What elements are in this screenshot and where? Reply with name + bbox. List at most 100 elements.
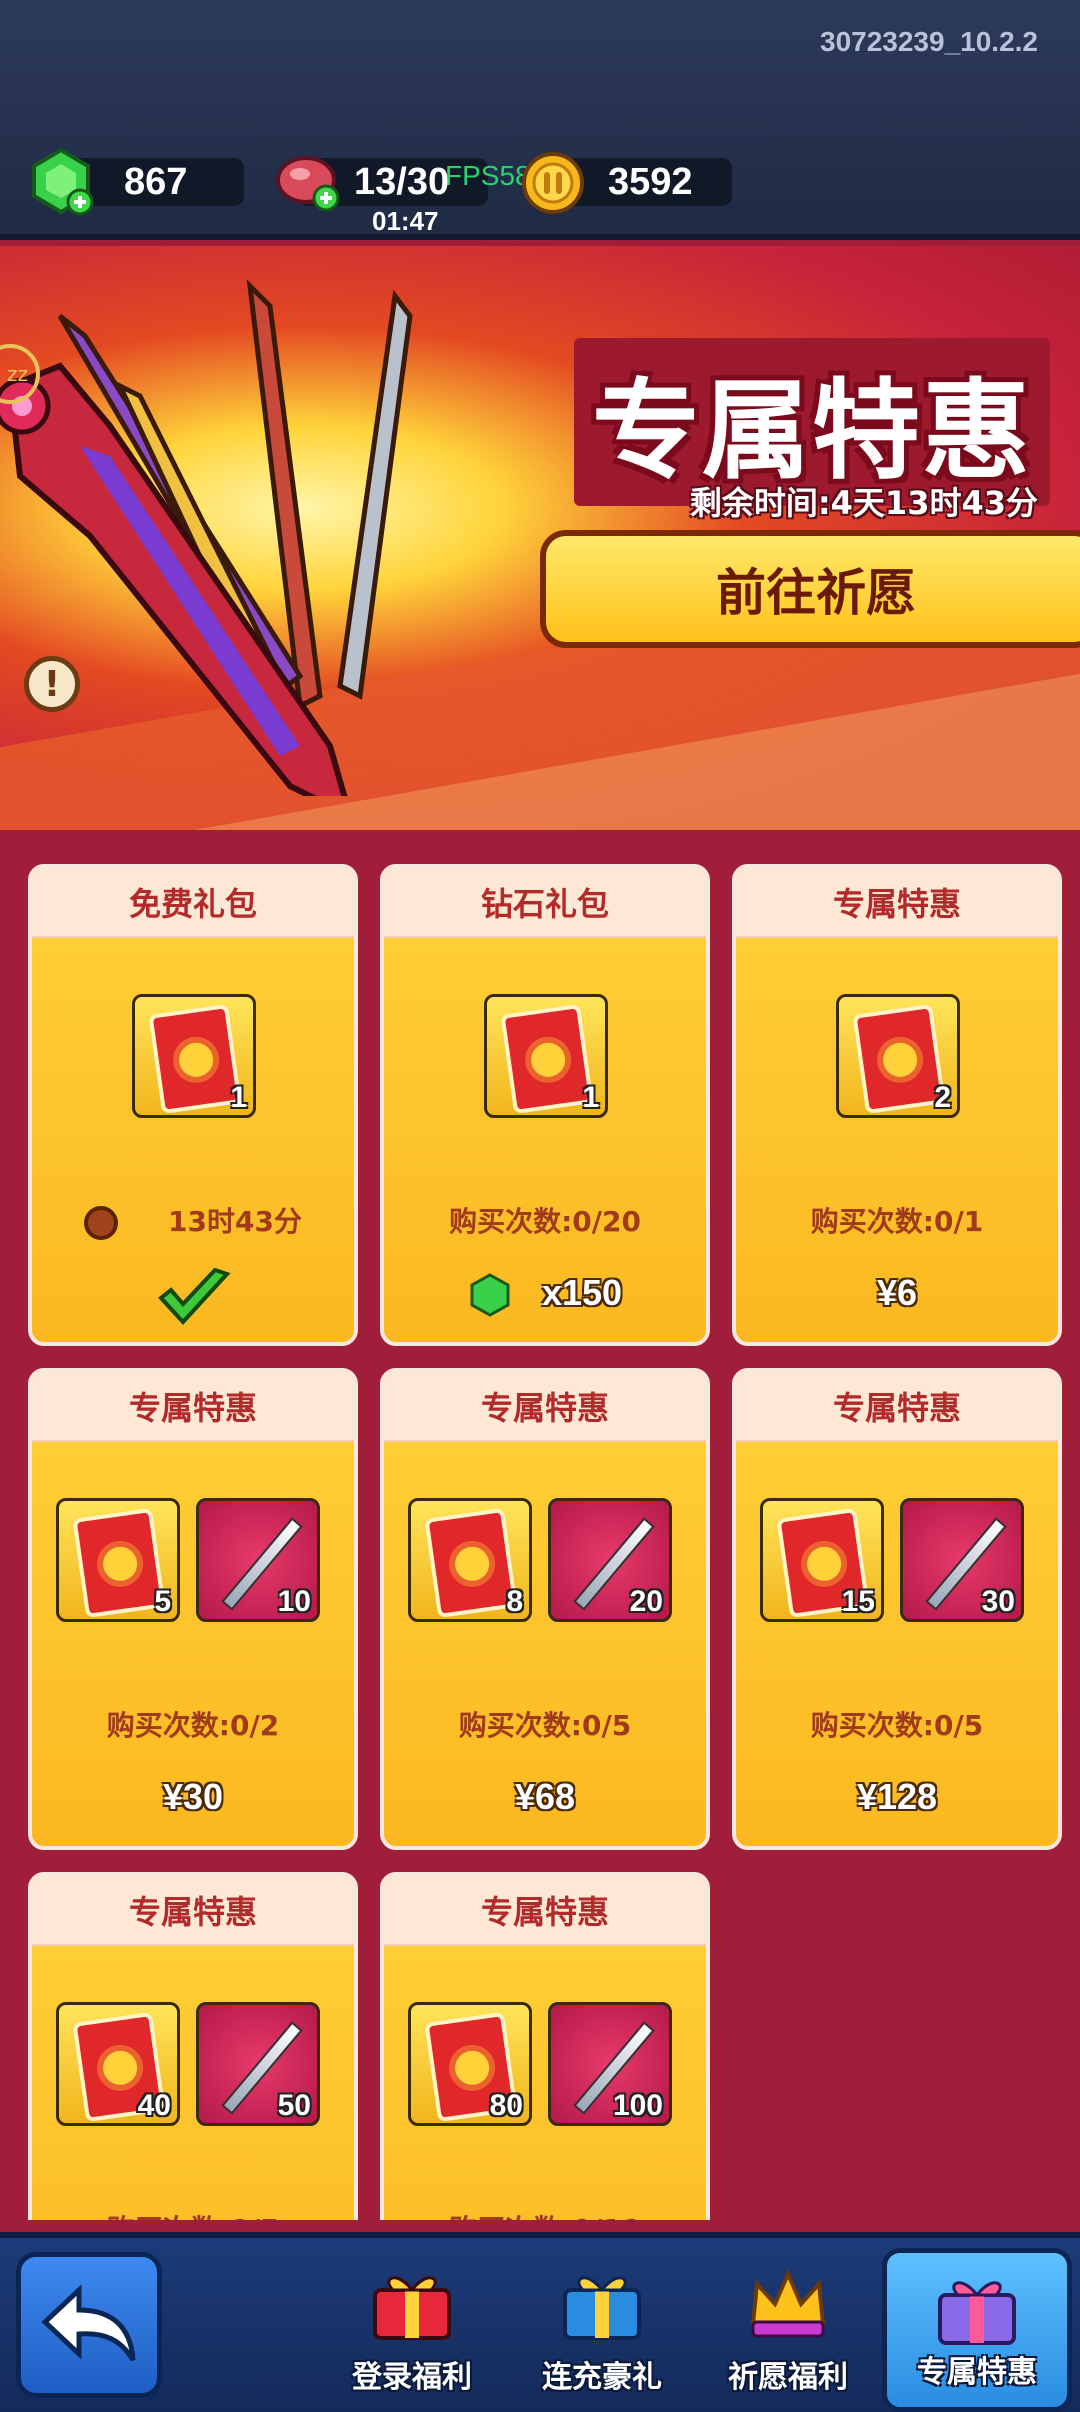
tarot-card-icon bbox=[72, 1507, 166, 1619]
tarot-card-item[interactable]: 5 bbox=[56, 1498, 180, 1622]
gem-icon bbox=[32, 147, 94, 216]
nav-exclusive-offer[interactable]: 专属特惠 bbox=[882, 2248, 1072, 2412]
nav-label: 连充豪礼 bbox=[542, 2360, 662, 2395]
gem-price-button[interactable]: x150 bbox=[384, 1272, 706, 1318]
tarot-card-item[interactable]: 1 bbox=[132, 994, 256, 1118]
offer-card[interactable]: 专属特惠 15 30 购买次数:0/5 ¥128 bbox=[732, 1368, 1062, 1850]
offer-card[interactable]: 专属特惠 8 20 购买次数:0/5 ¥68 bbox=[380, 1368, 710, 1850]
sword-shard-item[interactable]: 100 bbox=[548, 2002, 672, 2126]
nav-label: 祈愿福利 bbox=[728, 2360, 848, 2395]
item-quantity: 5 bbox=[154, 1585, 171, 1618]
tarot-card-item[interactable]: 2 bbox=[836, 994, 960, 1118]
sun-icon bbox=[100, 2048, 140, 2088]
offer-card-title: 专属特惠 bbox=[32, 1372, 354, 1442]
offer-card-title: 钻石礼包 bbox=[384, 868, 706, 938]
price-label: ¥128 bbox=[856, 1776, 938, 1817]
sword-shard-item[interactable]: 50 bbox=[196, 2002, 320, 2126]
price-label: ¥68 bbox=[514, 1776, 576, 1817]
refresh-timer: 13时43分 bbox=[168, 1205, 302, 1238]
sun-icon bbox=[452, 1544, 492, 1584]
nav-wish-welfare[interactable]: 祈愿福利 bbox=[698, 2248, 878, 2412]
sword-shard-item[interactable]: 30 bbox=[900, 1498, 1024, 1622]
tarot-card-item[interactable]: 80 bbox=[408, 2002, 532, 2126]
price-label: ¥30 bbox=[162, 1776, 224, 1817]
version-label: 30723239_10.2.2 bbox=[820, 26, 1038, 57]
purchase-limit: 购买次数:0/20 bbox=[449, 1205, 641, 1238]
go-wish-label: 前往祈愿 bbox=[716, 564, 916, 622]
item-quantity: 1 bbox=[582, 1081, 599, 1114]
tarot-card-item[interactable]: 1 bbox=[484, 994, 608, 1118]
purchase-limit: 13时43分 bbox=[32, 1200, 354, 1240]
tarot-card-item[interactable]: 8 bbox=[408, 1498, 532, 1622]
item-quantity: 30 bbox=[981, 1585, 1015, 1618]
purchase-limit: 购买次数:0/2 bbox=[106, 1709, 280, 1742]
offer-card-title: 免费礼包 bbox=[32, 868, 354, 938]
sun-icon bbox=[880, 1040, 920, 1080]
purchase-limit: 购买次数:0/5 bbox=[458, 1709, 632, 1742]
item-quantity: 8 bbox=[506, 1585, 523, 1618]
price-button[interactable]: ¥30 bbox=[32, 1776, 354, 1818]
back-button[interactable] bbox=[16, 2252, 162, 2398]
sun-icon bbox=[176, 1040, 216, 1080]
tarot-card-icon bbox=[424, 1507, 518, 1619]
info-icon[interactable]: ! bbox=[24, 656, 80, 712]
tarot-card-icon bbox=[148, 1003, 242, 1115]
item-quantity: 10 bbox=[277, 1585, 311, 1618]
offer-card-title: 专属特惠 bbox=[32, 1876, 354, 1946]
sword-shard-item[interactable]: 10 bbox=[196, 1498, 320, 1622]
nav-login-gift[interactable]: 登录福利 bbox=[322, 2248, 502, 2412]
claimed-check-icon bbox=[158, 1268, 231, 1325]
coin-icon bbox=[522, 152, 584, 214]
go-wish-button[interactable]: 前往祈愿 bbox=[540, 530, 1080, 648]
price-button[interactable]: ¥6 bbox=[736, 1272, 1058, 1314]
item-quantity: 2 bbox=[934, 1081, 951, 1114]
gem-count: 867 bbox=[124, 160, 188, 203]
offer-grid: 免费礼包 1 13时43分 钻石礼包 1 购买次数:0/20 x150 专属特惠 2 购买次数:0… bbox=[28, 864, 1064, 2220]
gem-icon bbox=[470, 1273, 510, 1318]
clock-icon bbox=[84, 1206, 119, 1240]
tarot-card-icon bbox=[852, 1003, 946, 1115]
sun-icon bbox=[100, 1544, 140, 1584]
offer-card-title: 专属特惠 bbox=[384, 1876, 706, 1946]
offer-card[interactable]: 专属特惠 2 购买次数:0/1 ¥6 bbox=[732, 864, 1062, 1346]
price-label: ¥6 bbox=[876, 1272, 918, 1313]
sun-icon bbox=[804, 1544, 844, 1584]
item-quantity: 1 bbox=[230, 1081, 247, 1114]
back-arrow-icon bbox=[41, 2284, 136, 2362]
swords-illustration bbox=[0, 279, 413, 796]
purchase-limit: 购买次数:0/5 bbox=[32, 2208, 354, 2220]
price-label: x150 bbox=[541, 1272, 623, 1313]
item-quantity: 80 bbox=[489, 2089, 523, 2122]
purchase-limit: 购买次数:0/10 bbox=[384, 2208, 706, 2220]
remaining-time: 剩余时间:4天13时43分 bbox=[689, 484, 1038, 522]
sword-shard-item[interactable]: 20 bbox=[548, 1498, 672, 1622]
offer-card[interactable]: 专属特惠 40 50 购买次数:0/5 bbox=[28, 1872, 358, 2220]
top-status-bar: 30723239_10.2.2 867 13/30 FPS58 01:47 35… bbox=[0, 0, 1080, 240]
price-button[interactable]: ¥68 bbox=[384, 1776, 706, 1818]
tarot-card-item[interactable]: 15 bbox=[760, 1498, 884, 1622]
stamina-timer: 01:47 bbox=[372, 206, 439, 236]
offer-card[interactable]: 专属特惠 5 10 购买次数:0/2 ¥30 bbox=[28, 1368, 358, 1850]
promo-banner: zz ! 专属特惠 剩余时间:4天13时43分 前往祈愿 bbox=[0, 246, 1080, 830]
offer-card[interactable]: 免费礼包 1 13时43分 bbox=[28, 864, 358, 1346]
offer-card[interactable]: 钻石礼包 1 购买次数:0/20 x150 bbox=[380, 864, 710, 1346]
sun-icon bbox=[528, 1040, 568, 1080]
coin-count: 3592 bbox=[608, 160, 693, 203]
recharge-gift-icon bbox=[563, 2276, 641, 2340]
bottom-nav: 登录福利 连充豪礼 祈愿福利 专属特惠 bbox=[0, 2232, 1080, 2412]
offer-card-title: 专属特惠 bbox=[736, 1372, 1058, 1442]
purchase-limit: 购买次数:0/1 bbox=[810, 1205, 984, 1238]
wish-crown-icon bbox=[750, 2268, 826, 2338]
offer-card-title: 专属特惠 bbox=[736, 868, 1058, 938]
sun-icon bbox=[452, 2048, 492, 2088]
meat-icon bbox=[276, 156, 340, 212]
nav-recharge-gift[interactable]: 连充豪礼 bbox=[512, 2248, 692, 2412]
offer-card[interactable]: 专属特惠 80 100 购买次数:0/10 bbox=[380, 1872, 710, 2220]
stamina-count: 13/30 bbox=[354, 160, 450, 203]
fps-label: FPS58 bbox=[445, 160, 531, 191]
price-button[interactable]: ¥128 bbox=[736, 1776, 1058, 1818]
item-quantity: 50 bbox=[277, 2089, 311, 2122]
nav-label: 登录福利 bbox=[352, 2360, 472, 2395]
tarot-card-item[interactable]: 40 bbox=[56, 2002, 180, 2126]
login-gift-icon bbox=[373, 2276, 451, 2340]
